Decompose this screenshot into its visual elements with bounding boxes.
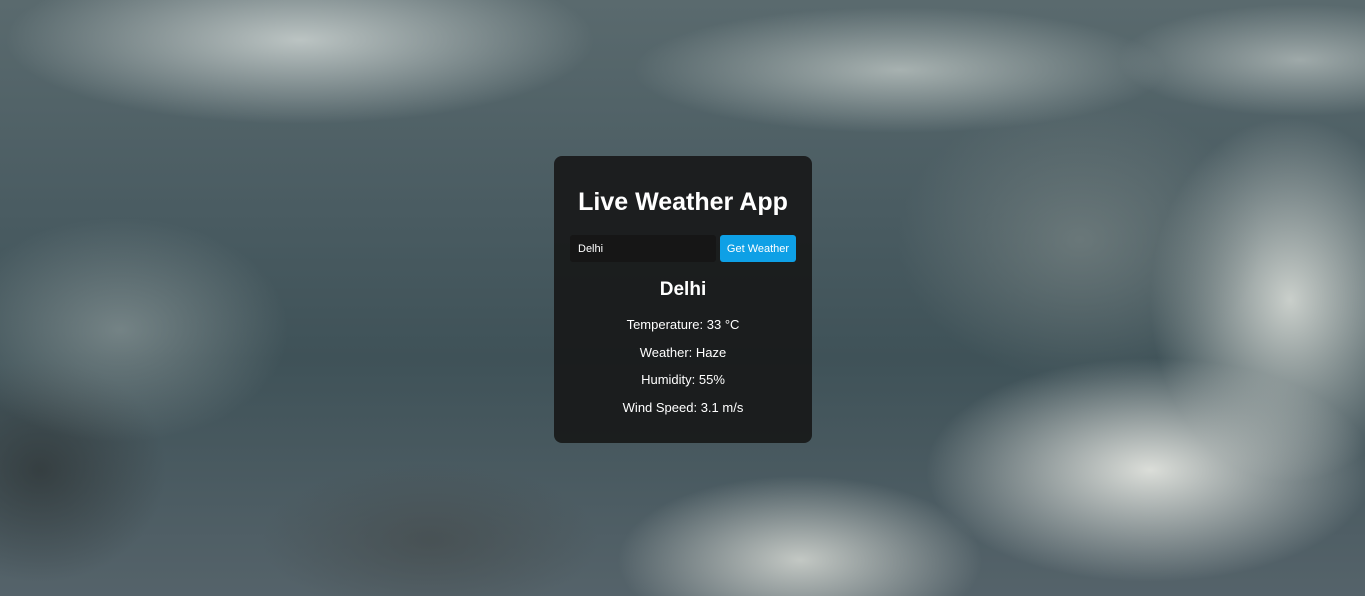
weather-card: Live Weather App Get Weather Delhi Tempe… — [554, 156, 812, 443]
wind-speed-text: Wind Speed: 3.1 m/s — [622, 400, 744, 415]
humidity-text: Humidity: 55% — [641, 372, 725, 387]
temperature-text: Temperature: 33 °C — [626, 317, 740, 332]
city-input[interactable] — [570, 235, 716, 262]
city-name: Delhi — [659, 279, 707, 300]
app-title: Live Weather App — [578, 188, 788, 216]
search-row: Get Weather — [570, 235, 796, 262]
weather-text: Weather: Haze — [639, 345, 727, 360]
get-weather-button[interactable]: Get Weather — [720, 235, 796, 262]
